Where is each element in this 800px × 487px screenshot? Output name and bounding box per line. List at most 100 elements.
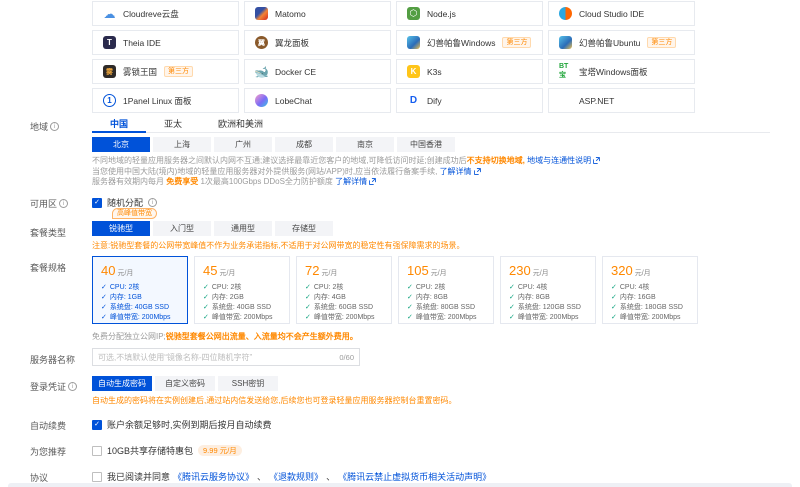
app-label: K3s — [427, 67, 442, 77]
crypto-ban-statement-link[interactable]: 《腾讯云禁止虚拟货币相关活动声明》 — [338, 470, 491, 483]
refund-rules-link[interactable]: 《退款规则》 — [269, 470, 323, 483]
app-card-palworld-ubuntu[interactable]: 幻兽帕鲁Ubuntu 第三方 — [548, 30, 695, 55]
plan-spec-cpu: CPU: 2核 — [101, 283, 187, 293]
app-card-docker[interactable]: Docker CE — [244, 59, 391, 84]
plan-spec-disk: 系统盘: 180GB SSD — [611, 303, 697, 313]
plan-type-ruichi[interactable]: 锐驰型 — [92, 221, 150, 236]
check-icon — [101, 313, 107, 323]
plan-spec-section-label: 套餐规格 — [30, 261, 66, 274]
plan-spec-cpu: CPU: 4核 — [509, 283, 595, 293]
k3s-icon — [407, 65, 420, 78]
app-card-nodejs[interactable]: Node.js — [396, 1, 543, 26]
region-tab-eu-america[interactable]: 欧洲和美洲 — [200, 116, 281, 133]
high-bandwidth-badge: 高峰值带宽 — [112, 208, 157, 219]
info-icon[interactable] — [59, 199, 68, 208]
app-image-grid: Cloudreve云盘 Matomo Node.js Cloud Studio … — [92, 1, 695, 113]
app-card-pterodactyl[interactable]: 翼龙面板 — [244, 30, 391, 55]
server-name-input[interactable] — [98, 353, 339, 362]
plan-card-230[interactable]: 230元/月 CPU: 4核 内存: 8GB 系统盘: 120GB SSD 峰值… — [500, 256, 596, 324]
check-icon — [611, 293, 617, 303]
region-connectivity-link[interactable]: 地域与连通性说明 — [527, 156, 591, 165]
footer-strip — [8, 483, 792, 487]
theia-icon — [103, 36, 116, 49]
app-label: 幻兽帕鲁Windows — [427, 37, 495, 49]
city-shanghai[interactable]: 上海 — [153, 137, 211, 152]
plan-spec-disk: 系统盘: 60GB SSD — [305, 303, 391, 313]
app-label: 宝塔Windows面板 — [579, 66, 647, 78]
app-card-k3s[interactable]: K3s — [396, 59, 543, 84]
city-hongkong[interactable]: 中国香港 — [397, 137, 455, 152]
app-label: 雾锁王国 — [123, 66, 157, 78]
info-icon[interactable] — [68, 382, 77, 391]
recommend-checkbox[interactable] — [92, 446, 102, 456]
plan-spec-cpu: CPU: 2核 — [305, 283, 391, 293]
server-name-input-wrap: 0/60 — [92, 348, 360, 366]
app-card-baota-windows[interactable]: 宝塔Windows面板 — [548, 59, 695, 84]
app-label: Theia IDE — [123, 38, 161, 48]
app-card-enshrouded[interactable]: 雾锁王国 第三方 — [92, 59, 239, 84]
pterodactyl-panel-icon — [255, 36, 268, 49]
credential-tabs: 自动生成密码 自定义密码 SSH密钥 — [92, 376, 278, 391]
random-assign-checkbox[interactable] — [92, 198, 102, 208]
check-icon — [203, 293, 209, 303]
app-card-cloud-studio[interactable]: Cloud Studio IDE — [548, 1, 695, 26]
plan-type-general[interactable]: 通用型 — [214, 221, 272, 236]
app-label: Dify — [427, 96, 442, 106]
region-section-label: 地域 — [30, 120, 59, 133]
plan-price: 45元/月 — [203, 263, 289, 278]
plan-spec-bandwidth: 峰值带宽: 200Mbps — [305, 313, 391, 323]
city-nanjing[interactable]: 南京 — [336, 137, 394, 152]
service-agreement-link[interactable]: 《腾讯云服务协议》 — [173, 470, 254, 483]
plan-card-72[interactable]: 72元/月 CPU: 2核 内存: 4GB 系统盘: 60GB SSD 峰值带宽… — [296, 256, 392, 324]
app-card-lobechat[interactable]: LobeChat — [244, 88, 391, 113]
plan-spec-disk: 系统盘: 80GB SSD — [407, 303, 493, 313]
cred-ssh-key[interactable]: SSH密钥 — [218, 376, 278, 391]
check-icon — [203, 303, 209, 313]
external-link-icon — [474, 168, 481, 175]
check-icon — [407, 283, 413, 293]
app-card-dify[interactable]: Dify — [396, 88, 543, 113]
ddos-learn-more-link[interactable]: 了解详情 — [335, 177, 367, 186]
enshrouded-icon — [103, 65, 116, 78]
plan-type-note: 注意:锐驰型套餐的公网带宽峰值不作为业务承诺指标,不适用于对公网带宽的稳定性有强… — [92, 240, 464, 251]
city-chengdu[interactable]: 成都 — [275, 137, 333, 152]
app-card-aspnet[interactable]: ASP.NET — [548, 88, 695, 113]
app-card-matomo[interactable]: Matomo — [244, 1, 391, 26]
icp-learn-more-link[interactable]: 了解详情 — [440, 167, 472, 176]
credentials-section-label: 登录凭证 — [30, 380, 77, 393]
plan-type-tabs: 锐驰型 入门型 通用型 存储型 — [92, 221, 333, 236]
app-card-theia[interactable]: Theia IDE — [92, 30, 239, 55]
plan-spec-disk: 系统盘: 120GB SSD — [509, 303, 595, 313]
check-icon — [101, 283, 107, 293]
city-guangzhou[interactable]: 广州 — [214, 137, 272, 152]
plan-card-320[interactable]: 320元/月 CPU: 4核 内存: 16GB 系统盘: 180GB SSD 峰… — [602, 256, 698, 324]
dify-icon — [407, 94, 420, 107]
third-party-badge: 第三方 — [502, 37, 531, 48]
plan-type-entry[interactable]: 入门型 — [153, 221, 211, 236]
plan-spec-memory: 内存: 8GB — [509, 293, 595, 303]
plan-card-40[interactable]: 40元/月 CPU: 2核 内存: 1GB 系统盘: 40GB SSD 峰值带宽… — [92, 256, 188, 324]
plan-type-storage[interactable]: 存储型 — [275, 221, 333, 236]
info-icon[interactable] — [148, 198, 157, 207]
check-icon — [101, 293, 107, 303]
cred-custom-password[interactable]: 自定义密码 — [155, 376, 215, 391]
check-icon — [101, 303, 107, 313]
agreement-checkbox[interactable] — [92, 472, 102, 482]
city-beijing[interactable]: 北京 — [92, 137, 150, 152]
region-tabbar: 中国 亚太 欧洲和美洲 — [92, 116, 770, 133]
region-tab-china[interactable]: 中国 — [92, 116, 146, 133]
plan-card-105[interactable]: 105元/月 CPU: 2核 内存: 8GB 系统盘: 80GB SSD 峰值带… — [398, 256, 494, 324]
plan-spec-bandwidth: 峰值带宽: 200Mbps — [101, 313, 187, 323]
cred-auto-password[interactable]: 自动生成密码 — [92, 376, 152, 391]
plan-card-45[interactable]: 45元/月 CPU: 2核 内存: 2GB 系统盘: 40GB SSD 峰值带宽… — [194, 256, 290, 324]
app-card-1panel[interactable]: 1Panel Linux 面板 — [92, 88, 239, 113]
app-label: 幻兽帕鲁Ubuntu — [579, 37, 640, 49]
lobechat-icon — [255, 94, 268, 107]
separator: 、 — [257, 470, 266, 483]
info-icon[interactable] — [50, 122, 59, 131]
auto-renew-checkbox[interactable] — [92, 420, 102, 430]
app-card-cloudreve[interactable]: Cloudreve云盘 — [92, 1, 239, 26]
third-party-badge: 第三方 — [647, 37, 676, 48]
app-card-palworld-windows[interactable]: 幻兽帕鲁Windows 第三方 — [396, 30, 543, 55]
region-tab-apac[interactable]: 亚太 — [146, 116, 200, 133]
